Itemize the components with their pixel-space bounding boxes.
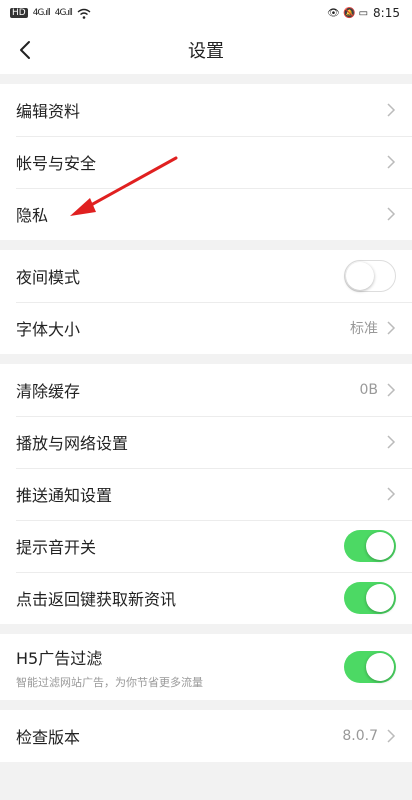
- status-time: 8:15: [373, 6, 400, 20]
- status-left: HD 4G.ıll 4G.ıll: [10, 8, 91, 19]
- group-general: 清除缓存 0B 播放与网络设置 推送通知设置 提示音开关 点击返回键获取新资讯: [0, 364, 412, 624]
- chevron-left-icon: [20, 41, 30, 59]
- section-gap: [0, 354, 412, 364]
- signal-icon: 4G.ıll: [32, 8, 51, 18]
- row-playback-network[interactable]: 播放与网络设置: [0, 416, 412, 468]
- row-night-mode: 夜间模式: [0, 250, 412, 302]
- row-clear-cache[interactable]: 清除缓存 0B: [0, 364, 412, 416]
- chevron-right-icon: [387, 155, 396, 169]
- toggle-knob: [366, 653, 394, 681]
- group-display: 夜间模式 字体大小 标准: [0, 250, 412, 354]
- toggle-knob: [366, 584, 394, 612]
- row-sound: 提示音开关: [0, 520, 412, 572]
- section-gap: [0, 74, 412, 84]
- chevron-right-icon: [387, 321, 396, 335]
- group-ads: H5广告过滤 智能过滤网站广告，为你节省更多流量: [0, 634, 412, 700]
- row-label: 提示音开关: [16, 538, 97, 557]
- nav-bar: 设置: [0, 26, 412, 74]
- row-label: 帐号与安全: [16, 154, 97, 173]
- version-value: 8.0.7: [342, 728, 378, 744]
- row-font-size[interactable]: 字体大小 标准: [0, 302, 412, 354]
- row-push-notifications[interactable]: 推送通知设置: [0, 468, 412, 520]
- chevron-right-icon: [387, 383, 396, 397]
- row-sublabel: 智能过滤网站广告，为你节省更多流量: [16, 675, 203, 689]
- row-label: 检查版本: [16, 728, 81, 747]
- row-label: 夜间模式: [16, 268, 81, 287]
- chevron-right-icon: [387, 487, 396, 501]
- signal-icon-2: 4G.ıll: [54, 8, 73, 18]
- wifi-icon: [77, 8, 91, 19]
- chevron-right-icon: [387, 207, 396, 221]
- section-gap: [0, 240, 412, 250]
- group-account: 编辑资料 帐号与安全 隐私: [0, 84, 412, 240]
- row-account-security[interactable]: 帐号与安全: [0, 136, 412, 188]
- status-bar: HD 4G.ıll 4G.ıll 👁 🔕 ▭ 8:15: [0, 0, 412, 26]
- font-size-value: 标准: [350, 321, 378, 337]
- chevron-right-icon: [387, 435, 396, 449]
- cache-size-value: 0B: [359, 382, 378, 398]
- hd-icon: HD: [10, 8, 28, 18]
- row-label: 字体大小: [16, 320, 81, 339]
- row-check-version[interactable]: 检查版本 8.0.7: [0, 710, 412, 762]
- toggle-knob: [346, 262, 374, 290]
- row-privacy[interactable]: 隐私: [0, 188, 412, 240]
- page-title: 设置: [188, 41, 224, 62]
- group-about: 检查版本 8.0.7: [0, 710, 412, 762]
- row-label: 编辑资料: [16, 102, 81, 121]
- chevron-right-icon: [387, 729, 396, 743]
- section-gap: [0, 700, 412, 710]
- status-right: 👁 🔕 ▭ 8:15: [327, 6, 400, 20]
- row-label: 隐私: [16, 206, 49, 225]
- ad-filter-toggle[interactable]: [344, 651, 396, 683]
- toggle-knob: [366, 532, 394, 560]
- row-label: 播放与网络设置: [16, 434, 129, 453]
- row-label: 推送通知设置: [16, 486, 113, 505]
- back-button[interactable]: [12, 36, 38, 64]
- chevron-right-icon: [387, 103, 396, 117]
- row-label: H5广告过滤: [16, 648, 103, 668]
- row-edit-profile[interactable]: 编辑资料: [0, 84, 412, 136]
- row-label: 清除缓存: [16, 382, 81, 401]
- row-ad-filter: H5广告过滤 智能过滤网站广告，为你节省更多流量: [0, 634, 412, 700]
- row-back-refresh: 点击返回键获取新资讯: [0, 572, 412, 624]
- sound-toggle[interactable]: [344, 530, 396, 562]
- back-refresh-toggle[interactable]: [344, 582, 396, 614]
- status-icons: 👁 🔕 ▭: [327, 7, 369, 19]
- row-label: 点击返回键获取新资讯: [16, 590, 177, 609]
- night-mode-toggle[interactable]: [344, 260, 396, 292]
- section-gap: [0, 624, 412, 634]
